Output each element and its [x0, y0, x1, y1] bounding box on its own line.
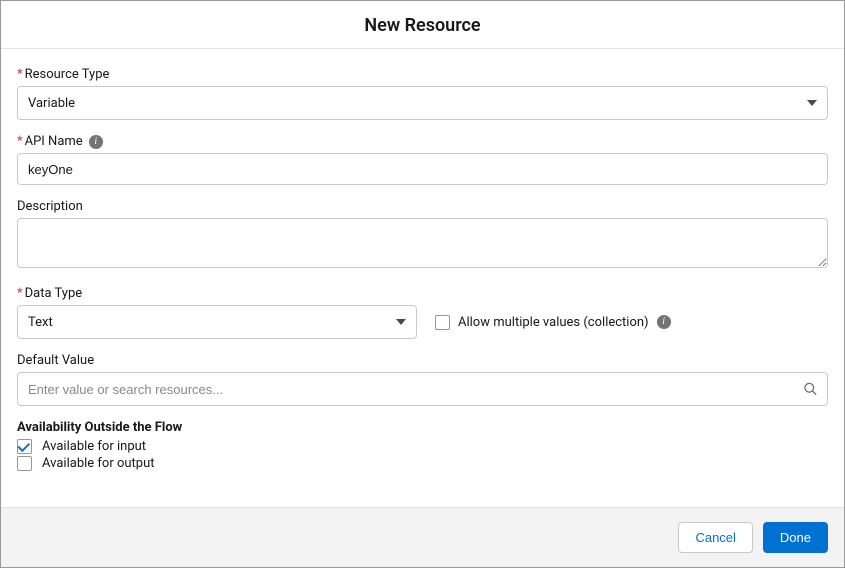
allow-multiple-checkbox[interactable]	[435, 315, 450, 330]
description-textarea[interactable]	[17, 218, 828, 268]
api-name-label-text: API Name	[25, 134, 83, 149]
modal-title: New Resource	[1, 15, 844, 36]
new-resource-modal: New Resource *Resource Type Variable *AP…	[0, 0, 845, 568]
available-for-output-label: Available for output	[42, 456, 155, 471]
available-for-output-row: Available for output	[17, 456, 828, 471]
data-type-label: *Data Type	[17, 286, 828, 301]
availability-section: Availability Outside the Flow Available …	[17, 420, 828, 471]
resource-type-group: *Resource Type Variable	[17, 67, 828, 120]
chevron-down-icon	[396, 319, 406, 325]
default-value-input[interactable]	[17, 372, 828, 406]
data-type-group: *Data Type Text Allow multiple values (c…	[17, 286, 828, 339]
modal-header: New Resource	[1, 1, 844, 49]
default-value-label: Default Value	[17, 353, 828, 368]
required-indicator: *	[17, 134, 23, 149]
data-type-value: Text	[28, 315, 53, 330]
modal-body: *Resource Type Variable *API Name i Desc…	[1, 49, 844, 507]
info-icon[interactable]: i	[89, 135, 103, 149]
api-name-group: *API Name i	[17, 134, 828, 185]
available-for-input-checkbox[interactable]	[17, 439, 32, 454]
info-icon[interactable]: i	[657, 315, 671, 329]
description-label: Description	[17, 199, 828, 214]
resource-type-label: *Resource Type	[17, 67, 828, 82]
available-for-output-checkbox[interactable]	[17, 456, 32, 471]
available-for-input-label: Available for input	[42, 439, 146, 454]
required-indicator: *	[17, 67, 23, 82]
availability-heading: Availability Outside the Flow	[17, 420, 828, 435]
available-for-input-row: Available for input	[17, 439, 828, 454]
resource-type-value: Variable	[28, 96, 75, 111]
cancel-button[interactable]: Cancel	[678, 522, 752, 553]
modal-footer: Cancel Done	[1, 507, 844, 567]
chevron-down-icon	[807, 100, 817, 106]
required-indicator: *	[17, 286, 23, 301]
api-name-label: *API Name i	[17, 134, 828, 149]
data-type-select[interactable]: Text	[17, 305, 417, 339]
done-button[interactable]: Done	[763, 522, 828, 553]
allow-multiple-label: Allow multiple values (collection)	[458, 315, 649, 330]
resource-type-label-text: Resource Type	[25, 67, 110, 82]
resource-type-select[interactable]: Variable	[17, 86, 828, 120]
api-name-input[interactable]	[17, 153, 828, 185]
allow-multiple-row: Allow multiple values (collection) i	[435, 315, 671, 330]
default-value-group: Default Value	[17, 353, 828, 406]
data-type-label-text: Data Type	[25, 286, 83, 301]
description-group: Description	[17, 199, 828, 272]
